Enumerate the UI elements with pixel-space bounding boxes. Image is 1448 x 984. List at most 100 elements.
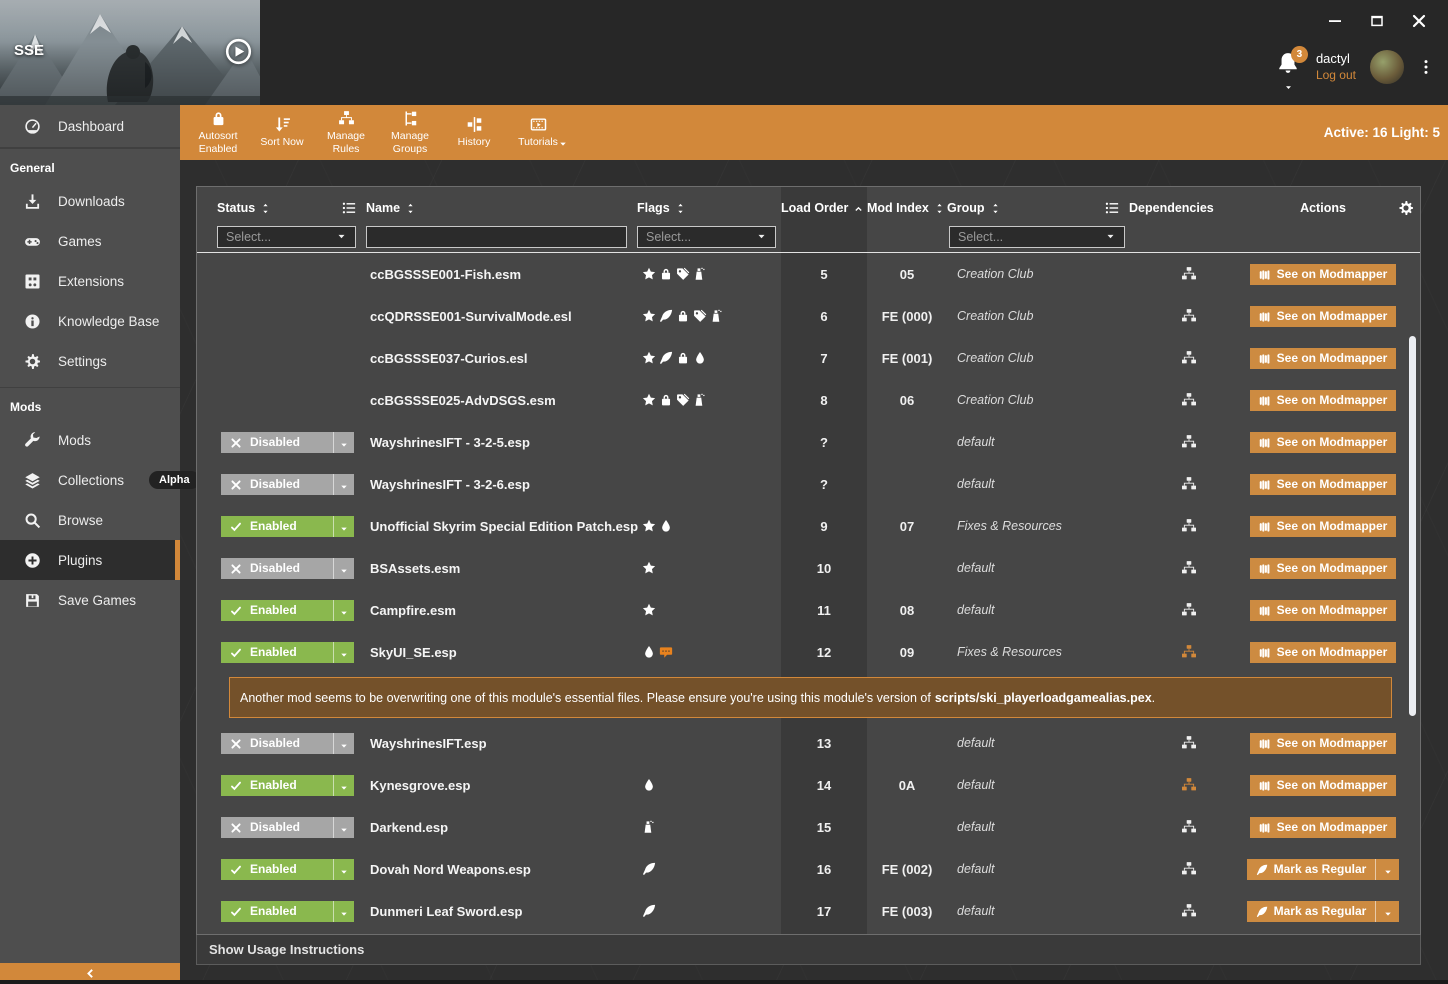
group-value[interactable]: Creation Club	[947, 309, 1129, 323]
group-value[interactable]: default	[947, 477, 1129, 491]
action-dropdown-caret[interactable]	[1375, 901, 1399, 922]
status-toggle-button[interactable]: Disabled	[221, 558, 354, 579]
see-on-modmapper-button[interactable]: See on Modmapper	[1250, 348, 1397, 369]
group-value[interactable]: Fixes & Resources	[947, 519, 1129, 533]
group-value[interactable]: default	[947, 561, 1129, 575]
sidebar-item-downloads[interactable]: Downloads	[0, 181, 180, 221]
group-value[interactable]: default	[947, 820, 1129, 834]
status-dropdown-caret[interactable]	[333, 859, 354, 880]
sidebar-item-mods[interactable]: Mods	[0, 420, 180, 460]
see-on-modmapper-button[interactable]: See on Modmapper	[1250, 558, 1397, 579]
status-toggle-button[interactable]: Enabled	[221, 901, 354, 922]
status-dropdown-caret[interactable]	[333, 516, 354, 537]
see-on-modmapper-button[interactable]: See on Modmapper	[1250, 306, 1397, 327]
sitemap-icon[interactable]	[1181, 392, 1197, 408]
see-on-modmapper-button[interactable]: See on Modmapper	[1250, 775, 1397, 796]
sitemap-icon[interactable]	[1181, 350, 1197, 366]
sitemap-icon[interactable]	[1181, 308, 1197, 324]
sidebar-item-save-games[interactable]: Save Games	[0, 580, 180, 620]
see-on-modmapper-button[interactable]: See on Modmapper	[1250, 642, 1397, 663]
status-dropdown-caret[interactable]	[333, 901, 354, 922]
name-filter-input[interactable]	[366, 226, 627, 248]
group-value[interactable]: Creation Club	[947, 351, 1129, 365]
kebab-icon[interactable]	[1418, 54, 1434, 80]
column-header-actions[interactable]: Actions	[1249, 201, 1397, 215]
status-dropdown-caret[interactable]	[333, 432, 354, 453]
group-value[interactable]: Creation Club	[947, 267, 1129, 281]
history-button[interactable]: History	[442, 105, 506, 160]
see-on-modmapper-button[interactable]: See on Modmapper	[1250, 390, 1397, 411]
column-header-load-order[interactable]: Load Order	[781, 201, 867, 215]
see-on-modmapper-button[interactable]: See on Modmapper	[1250, 264, 1397, 285]
sitemap-icon[interactable]	[1181, 518, 1197, 534]
status-toggle-button[interactable]: Enabled	[221, 516, 354, 537]
group-value[interactable]: Creation Club	[947, 393, 1129, 407]
status-toggle-button[interactable]: Enabled	[221, 859, 354, 880]
sidebar-item-games[interactable]: Games	[0, 221, 180, 261]
group-value[interactable]: default	[947, 603, 1129, 617]
game-thumbnail[interactable]: SSE	[0, 0, 260, 105]
logout-link[interactable]: Log out	[1316, 68, 1356, 83]
sitemap-icon[interactable]	[1181, 644, 1197, 660]
autosort-enabled-button[interactable]: Autosort Enabled	[186, 105, 250, 160]
column-header-group[interactable]: Group	[947, 201, 1129, 215]
maximize-button[interactable]	[1368, 12, 1386, 30]
close-button[interactable]	[1410, 12, 1428, 30]
list-icon[interactable]	[342, 201, 356, 215]
see-on-modmapper-button[interactable]: See on Modmapper	[1250, 474, 1397, 495]
see-on-modmapper-button[interactable]: See on Modmapper	[1250, 432, 1397, 453]
status-dropdown-caret[interactable]	[333, 600, 354, 621]
status-toggle-button[interactable]: Disabled	[221, 733, 354, 754]
status-dropdown-caret[interactable]	[333, 558, 354, 579]
sitemap-icon[interactable]	[1181, 861, 1197, 877]
see-on-modmapper-button[interactable]: See on Modmapper	[1250, 516, 1397, 537]
gear-icon[interactable]	[1398, 200, 1414, 216]
status-toggle-button[interactable]: Enabled	[221, 775, 354, 796]
sidebar-item-browse[interactable]: Browse	[0, 500, 180, 540]
column-header-mod-index[interactable]: Mod Index	[867, 201, 947, 215]
sidebar-collapse-button[interactable]	[0, 963, 180, 980]
sitemap-icon[interactable]	[1181, 434, 1197, 450]
column-header-name[interactable]: Name	[366, 201, 637, 215]
status-toggle-button[interactable]: Enabled	[221, 600, 354, 621]
status-dropdown-caret[interactable]	[333, 817, 354, 838]
sitemap-icon[interactable]	[1181, 777, 1197, 793]
sitemap-icon[interactable]	[1181, 476, 1197, 492]
status-dropdown-caret[interactable]	[333, 775, 354, 796]
group-value[interactable]: default	[947, 435, 1129, 449]
sitemap-icon[interactable]	[1181, 903, 1197, 919]
sort-now-button[interactable]: Sort Now	[250, 105, 314, 160]
group-value[interactable]: default	[947, 736, 1129, 750]
avatar[interactable]	[1370, 50, 1404, 84]
manage-groups-button[interactable]: Manage Groups	[378, 105, 442, 160]
status-toggle-button[interactable]: Disabled	[221, 817, 354, 838]
group-value[interactable]: default	[947, 778, 1129, 792]
tutorials-button[interactable]: Tutorials	[506, 105, 570, 160]
minimize-button[interactable]	[1326, 12, 1344, 30]
group-filter-select[interactable]: Select...	[949, 226, 1125, 248]
sitemap-icon[interactable]	[1181, 560, 1197, 576]
sitemap-icon[interactable]	[1181, 735, 1197, 751]
sitemap-icon[interactable]	[1181, 602, 1197, 618]
see-on-modmapper-button[interactable]: See on Modmapper	[1250, 817, 1397, 838]
play-icon[interactable]	[225, 38, 252, 65]
status-toggle-button[interactable]: Enabled	[221, 642, 354, 663]
group-value[interactable]: default	[947, 904, 1129, 918]
see-on-modmapper-button[interactable]: See on Modmapper	[1250, 733, 1397, 754]
status-dropdown-caret[interactable]	[333, 642, 354, 663]
sidebar-item-settings[interactable]: Settings	[0, 341, 180, 381]
flags-filter-select[interactable]: Select...	[637, 226, 776, 248]
status-dropdown-caret[interactable]	[333, 474, 354, 495]
sidebar-item-dashboard[interactable]: Dashboard	[0, 105, 180, 148]
status-dropdown-caret[interactable]	[333, 733, 354, 754]
sidebar-item-extensions[interactable]: Extensions	[0, 261, 180, 301]
sidebar-item-collections[interactable]: CollectionsAlpha	[0, 460, 180, 500]
sidebar-item-plugins[interactable]: Plugins	[0, 540, 180, 580]
sitemap-icon[interactable]	[1181, 819, 1197, 835]
list-icon[interactable]	[1105, 201, 1119, 215]
column-header-dependencies[interactable]: Dependencies	[1129, 201, 1249, 215]
usage-instructions-toggle[interactable]: Show Usage Instructions	[196, 935, 1421, 965]
manage-rules-button[interactable]: Manage Rules	[314, 105, 378, 160]
column-header-flags[interactable]: Flags	[637, 201, 781, 215]
column-header-status[interactable]: Status	[197, 201, 366, 215]
